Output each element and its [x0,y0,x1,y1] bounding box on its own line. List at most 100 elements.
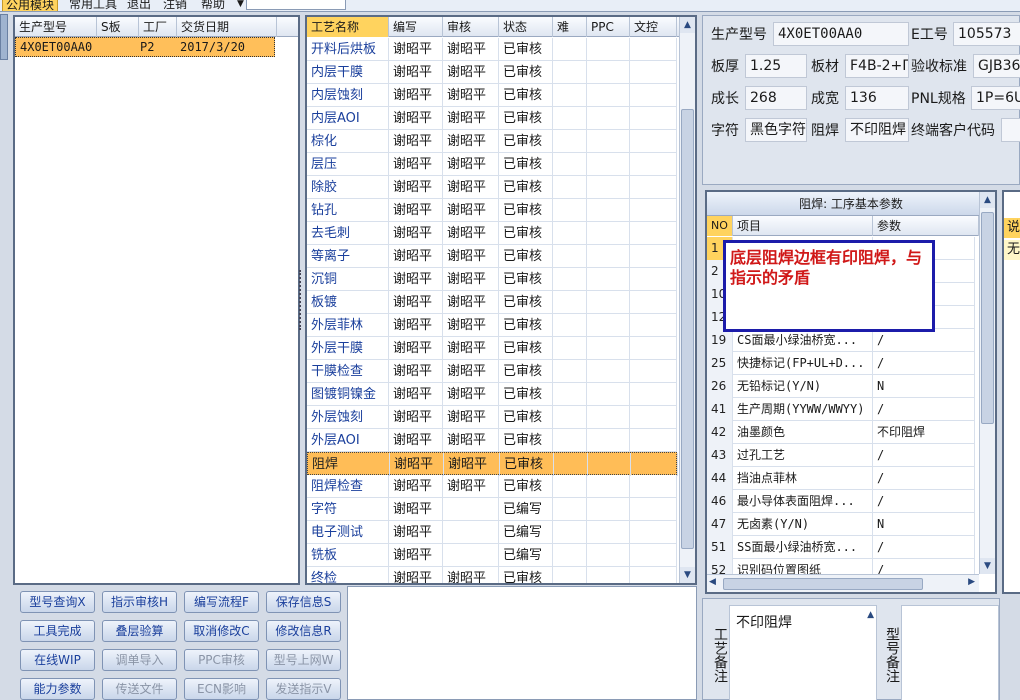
table-row[interactable]: 26 无铅标记(Y/N) N [707,375,975,398]
scroll-up-icon[interactable]: ▲ [867,610,874,620]
col-model[interactable]: 生产型号 [15,17,97,37]
customer-field[interactable] [1001,118,1020,142]
table-row[interactable]: 开料后烘板 谢昭平 谢昭平 已审核 [307,38,677,61]
scroll-left-icon[interactable]: ◀ [709,577,716,587]
col-doc-control[interactable]: 文控 [630,17,677,37]
collapse-tab[interactable] [0,14,8,60]
stack-calc-button[interactable]: 叠层验算 [102,620,177,642]
table-row[interactable]: 字符 谢昭平 已编写 [307,498,677,521]
scroll-down-icon[interactable]: ▼ [980,558,995,574]
table-row[interactable]: 除胶 谢昭平 谢昭平 已审核 [307,176,677,199]
col-s-board[interactable]: S板 [97,17,139,37]
menu-search-box[interactable] [246,0,346,10]
table-row[interactable]: 内层干膜 谢昭平 谢昭平 已审核 [307,61,677,84]
scroll-thumb[interactable] [681,109,694,549]
table-row[interactable]: 25 快捷标记(FP+UL+D... / [707,352,975,375]
width-field[interactable]: 136 [845,86,909,110]
col-process-name[interactable]: 工艺名称 [307,17,389,37]
modify-info-button[interactable]: 修改信息R [266,620,341,642]
send-instruction-button[interactable]: 发送指示V [266,678,341,700]
model-remark-field[interactable] [901,605,999,700]
tool-complete-button[interactable]: 工具完成 [20,620,95,642]
material-field[interactable]: F4B-2+Π [845,54,909,78]
table-row[interactable]: 沉铜 谢昭平 谢昭平 已审核 [307,268,677,291]
col-ppc[interactable]: PPC [587,17,630,37]
table-row[interactable]: 铣板 谢昭平 已编写 [307,544,677,567]
model-online-button[interactable]: 型号上网W [266,649,341,671]
menu-help[interactable]: 帮助 [198,0,228,11]
col-no[interactable]: NO [707,216,733,236]
model-query-button[interactable]: 型号查询X [20,591,95,613]
thickness-field[interactable]: 1.25 [745,54,807,78]
col-writer[interactable]: 编写 [389,17,443,37]
scroll-down-icon[interactable]: ▼ [680,567,695,583]
param-vscrollbar[interactable]: ▲ ▼ [979,192,995,574]
menu-public-module[interactable]: 公用模块 [2,0,59,11]
col-difficulty[interactable]: 难 [553,17,587,37]
char-field[interactable]: 黑色字符 [745,118,807,142]
process-remark-field[interactable]: 不印阻焊 ▲ [729,605,877,700]
table-row[interactable]: 外层蚀刻 谢昭平 谢昭平 已审核 [307,406,677,429]
table-row[interactable]: 去毛刺 谢昭平 谢昭平 已审核 [307,222,677,245]
table-row[interactable]: 阻焊检查 谢昭平 谢昭平 已审核 [307,475,677,498]
mask-field[interactable]: 不印阻焊 [845,118,909,142]
menu-exit[interactable]: 退出 [124,0,154,11]
param-hscrollbar[interactable]: ◀ ▶ [707,574,979,592]
table-row[interactable]: 外层干膜 谢昭平 谢昭平 已审核 [307,337,677,360]
table-row[interactable]: 图镀铜镍金 谢昭平 谢昭平 已审核 [307,383,677,406]
scroll-thumb[interactable] [723,578,923,590]
table-row[interactable]: 内层蚀刻 谢昭平 谢昭平 已审核 [307,84,677,107]
scroll-up-icon[interactable]: ▲ [980,192,995,208]
pnl-field[interactable]: 1P=6U [971,86,1020,110]
online-wip-button[interactable]: 在线WIP [20,649,95,671]
table-row[interactable]: 51 SS面最小绿油桥宽... / [707,536,975,559]
table-row[interactable]: 43 过孔工艺 / [707,444,975,467]
table-row[interactable]: 47 无卤素(Y/N) N [707,513,975,536]
table-row[interactable]: 板镀 谢昭平 谢昭平 已审核 [307,291,677,314]
table-row[interactable]: 电子测试 谢昭平 已编写 [307,521,677,544]
menu-logout[interactable]: 注销 [160,0,190,11]
table-row[interactable]: 41 生产周期(YYWW/WWYY) / [707,398,975,421]
save-info-button[interactable]: 保存信息S [266,591,341,613]
table-row[interactable]: 等离子 谢昭平 谢昭平 已审核 [307,245,677,268]
table-row[interactable]: 钻孔 谢昭平 谢昭平 已审核 [307,199,677,222]
table-row[interactable]: 4X0ET00AA0 P2 2017/3/20 [15,37,275,57]
menu-common-tools[interactable]: 常用工具 [66,0,120,11]
standard-field[interactable]: GJB362 [973,54,1020,78]
splitter-handle[interactable] [299,270,304,330]
ppc-review-button[interactable]: PPC审核 [184,649,259,671]
length-field[interactable]: 268 [745,86,807,110]
edit-flow-button[interactable]: 编写流程F [184,591,259,613]
model-field[interactable]: 4X0ET00AA0 [773,22,909,46]
col-factory[interactable]: 工厂 [139,17,177,37]
table-row[interactable]: 19 CS面最小绿油桥宽... / [707,329,975,352]
capability-params-button[interactable]: 能力参数 [20,678,95,700]
table-row[interactable]: 外层AOI 谢昭平 谢昭平 已审核 [307,429,677,452]
send-file-button[interactable]: 传送文件 [102,678,177,700]
import-order-button[interactable]: 调单导入 [102,649,177,671]
col-reviewer[interactable]: 审核 [443,17,499,37]
table-row[interactable]: 46 最小导体表面阻焊... / [707,490,975,513]
menu-dropdown-arrow-icon[interactable]: ▼ [234,0,247,11]
e-field[interactable]: 105573 [953,22,1020,46]
table-row[interactable]: 阻焊 谢昭平 谢昭平 已审核 [307,452,678,476]
col-item[interactable]: 项目 [733,216,873,236]
col-status[interactable]: 状态 [499,17,553,37]
scroll-up-icon[interactable]: ▲ [680,17,695,33]
table-row[interactable]: 内层AOI 谢昭平 谢昭平 已审核 [307,107,677,130]
table-row[interactable]: 棕化 谢昭平 谢昭平 已审核 [307,130,677,153]
table-row[interactable]: 42 油墨颜色 不印阻焊 [707,421,975,444]
process-scrollbar[interactable]: ▲ ▼ [679,17,695,583]
table-row[interactable]: 干膜检查 谢昭平 谢昭平 已审核 [307,360,677,383]
ecn-impact-button[interactable]: ECN影响 [184,678,259,700]
review-instruction-button[interactable]: 指示审核H [102,591,177,613]
table-row[interactable]: 外层菲林 谢昭平 谢昭平 已审核 [307,314,677,337]
scroll-right-icon[interactable]: ▶ [968,577,975,587]
col-delivery-date[interactable]: 交货日期 [177,17,277,37]
scroll-thumb[interactable] [981,212,994,424]
table-row[interactable]: 层压 谢昭平 谢昭平 已审核 [307,153,677,176]
cancel-edit-button[interactable]: 取消修改C [184,620,259,642]
col-param[interactable]: 参数 [873,216,979,236]
table-row[interactable]: 终检 谢昭平 谢昭平 已审核 [307,567,677,583]
table-row[interactable]: 44 挡油点菲林 / [707,467,975,490]
